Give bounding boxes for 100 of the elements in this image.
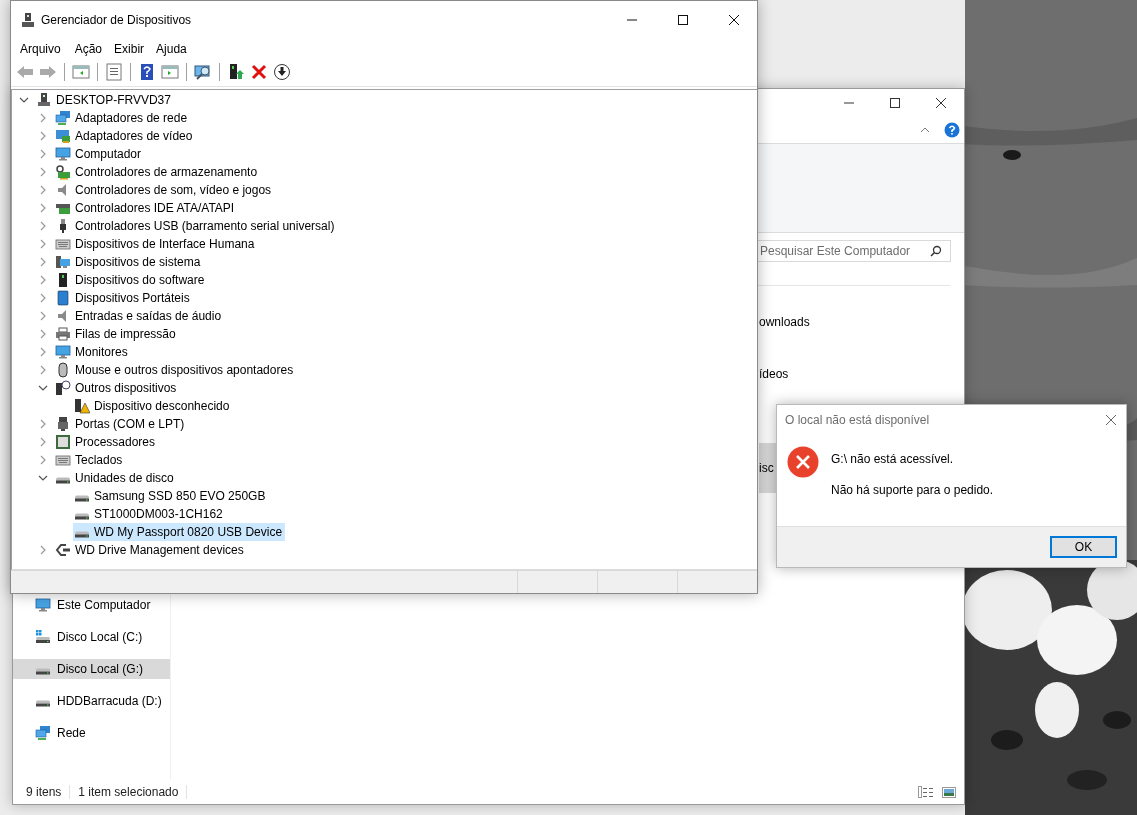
nav-item[interactable]: Disco Local (G:) — [13, 659, 170, 679]
tiles-view-icon[interactable] — [942, 786, 956, 798]
network-icon — [55, 110, 71, 126]
help-icon[interactable] — [944, 122, 960, 138]
status-text: 1 item selecionado — [78, 785, 179, 799]
tree-label: Outros dispositivos — [75, 381, 177, 395]
tree-label: Controladores de armazenamento — [75, 165, 258, 179]
tree-label: WD My Passport 0820 USB Device — [94, 525, 283, 539]
mouse-icon — [55, 362, 71, 378]
nav-label: Rede — [57, 726, 86, 740]
chevron-icon[interactable] — [38, 383, 48, 393]
tree-label: ST1000DM003-1CH162 — [94, 507, 223, 521]
tree-item[interactable]: Adaptadores de vídeo — [54, 127, 196, 145]
keyboard-icon — [55, 452, 71, 468]
tree-label: Dispositivos do software — [75, 273, 205, 287]
dialog-message: G:\ não está acessível. — [831, 452, 955, 466]
tree-label: Portas (COM e LPT) — [75, 417, 185, 431]
tree-item[interactable]: Adaptadores de rede — [54, 109, 191, 127]
nav-label: Disco Local (C:) — [57, 630, 143, 644]
tree-item[interactable]: Outros dispositivos — [54, 379, 180, 397]
tree-label: Dispositivos Portáteis — [75, 291, 190, 305]
nav-item[interactable]: Este Computador — [13, 595, 170, 615]
nav-label: Disco Local (G:) — [57, 662, 144, 676]
tree-label: WD Drive Management devices — [75, 543, 244, 557]
tree-item[interactable]: Dispositivos de Interface Humana — [54, 235, 258, 253]
maximize-icon[interactable] — [890, 98, 900, 108]
chevron-icon[interactable] — [38, 473, 48, 483]
tree-item[interactable]: Controladores USB (barramento serial universal) — [54, 217, 338, 235]
ok-button[interactable]: OK — [1050, 536, 1117, 558]
tree-item[interactable]: Filas de impressão — [54, 325, 179, 343]
tree-item[interactable]: Portas (COM e LPT) — [54, 415, 188, 433]
tree-label: Controladores USB (barramento serial universal) — [75, 219, 335, 233]
tree-label: Entradas e saídas de áudio — [75, 309, 222, 323]
properties-button[interactable] — [104, 61, 124, 83]
connector-icon — [55, 542, 71, 558]
tree-item[interactable]: Dispositivo desconhecido — [73, 397, 233, 415]
close-icon[interactable] — [936, 98, 946, 108]
menu-item[interactable]: Ação — [68, 39, 109, 58]
collapse-ribbon-icon[interactable] — [920, 127, 930, 133]
drive-icon — [35, 629, 51, 645]
tree-item[interactable]: DESKTOP-FRVVD37 — [35, 91, 174, 109]
printer-icon — [55, 326, 71, 342]
nav-item[interactable]: Disco Local (C:) — [13, 627, 170, 647]
monitor-icon — [55, 344, 71, 360]
monitor-icon — [35, 597, 51, 613]
tree-item[interactable]: Dispositivos Portáteis — [54, 289, 193, 307]
tree-label: Unidades de disco — [75, 471, 174, 485]
tree-label: Controladores de som, vídeo e jogos — [75, 183, 272, 197]
tree-item[interactable]: Mouse e outros dispositivos apontadores — [54, 361, 297, 379]
search-icon[interactable] — [930, 245, 942, 257]
tree-item[interactable]: WD My Passport 0820 USB Device — [73, 523, 286, 541]
maximize-icon[interactable] — [678, 15, 688, 25]
menu-item[interactable]: Ajuda — [150, 39, 193, 58]
menu-item[interactable]: Arquivo — [14, 39, 67, 58]
nav-item[interactable]: HDDBarracuda (D:) — [13, 691, 170, 711]
tree-item[interactable]: Dispositivos de sistema — [54, 253, 204, 271]
tree-label: Mouse e outros dispositivos apontadores — [75, 363, 294, 377]
drive-item[interactable]: isc — [759, 443, 776, 493]
search-field[interactable]: Pesquisar Este Computador — [755, 240, 951, 262]
tree-item[interactable]: Unidades de disco — [54, 469, 177, 487]
tree-label: Monitores — [75, 345, 128, 359]
tree-label: Dispositivos de sistema — [75, 255, 201, 269]
tree-item[interactable]: Entradas e saídas de áudio — [54, 307, 225, 325]
tree-item[interactable]: WD Drive Management devices — [54, 541, 247, 559]
folder-item[interactable]: ownloads — [759, 300, 899, 344]
tree-item[interactable]: Monitores — [54, 343, 131, 361]
tree-item[interactable]: ST1000DM003-1CH162 — [73, 505, 226, 523]
dialog-detail: Não há suporte para o pedido. — [831, 483, 994, 497]
device-manager-icon — [20, 12, 36, 28]
tree-label: Adaptadores de vídeo — [75, 129, 193, 143]
unknown-device-icon — [55, 380, 71, 396]
tree-label: Adaptadores de rede — [75, 111, 188, 125]
chip-icon — [55, 434, 71, 450]
drive-icon — [35, 699, 51, 707]
drive-icon — [55, 476, 71, 484]
tree-label: Dispositivo desconhecido — [94, 399, 230, 413]
close-icon[interactable] — [729, 15, 739, 25]
chevron-icon[interactable] — [19, 95, 29, 105]
tree-item[interactable]: Samsung SSD 850 EVO 250GB — [73, 487, 269, 505]
disable-button[interactable] — [272, 61, 292, 83]
details-view-icon[interactable] — [918, 786, 934, 798]
tree-item[interactable]: Controladores IDE ATA/ATAPI — [54, 199, 238, 217]
keyboard-icon — [55, 236, 71, 252]
folder-item[interactable]: ídeos — [759, 352, 899, 396]
drive-icon — [74, 494, 90, 502]
drive-icon — [74, 530, 90, 538]
tree-item[interactable]: Controladores de som, vídeo e jogos — [54, 181, 275, 199]
tree-item[interactable]: Computador — [54, 145, 145, 163]
tree-item[interactable]: Processadores — [54, 433, 159, 451]
dialog-title: O local não está disponível — [785, 413, 931, 427]
monitor-icon — [55, 146, 71, 162]
tree-label: DESKTOP-FRVVD37 — [56, 93, 171, 107]
error-icon — [787, 446, 819, 478]
tree-label: Controladores IDE ATA/ATAPI — [75, 201, 235, 215]
tree-item[interactable]: Controladores de armazenamento — [54, 163, 261, 181]
tree-item[interactable]: Dispositivos do software — [54, 271, 208, 289]
menu-item[interactable]: Exibir — [108, 39, 151, 58]
tree-label: Teclados — [75, 453, 123, 467]
tree-item[interactable]: Teclados — [54, 451, 126, 469]
nav-item[interactable]: Rede — [13, 723, 170, 743]
